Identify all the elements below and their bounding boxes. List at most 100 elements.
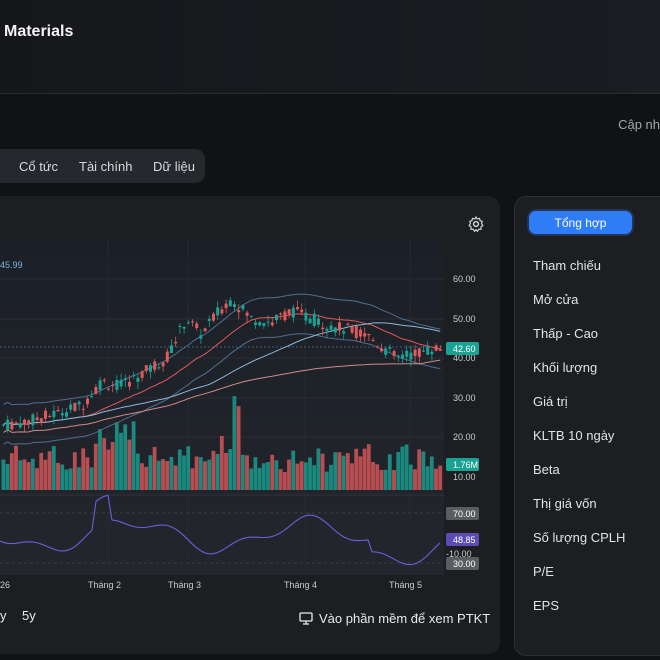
candle-body xyxy=(170,345,173,354)
candle-body xyxy=(132,375,136,377)
candle-body xyxy=(165,351,169,362)
volume-bar xyxy=(207,459,212,490)
volume-bar xyxy=(22,459,27,490)
stat-label: Số lượng CPLH xyxy=(533,530,626,545)
volume-bar xyxy=(1,459,6,490)
volume-bar xyxy=(408,464,413,490)
x-tick: Tháng 4 xyxy=(284,580,317,590)
candle-body xyxy=(405,350,409,357)
volume-bar xyxy=(345,453,350,490)
candle-body xyxy=(195,323,199,328)
candle-body xyxy=(18,423,22,428)
volume-bar xyxy=(119,432,123,490)
range-5y-button[interactable]: 5y xyxy=(22,608,36,623)
range-1y-button[interactable]: y xyxy=(0,608,7,623)
candle-body xyxy=(14,422,18,424)
candle-body xyxy=(300,309,304,313)
price-tick: 20.00 xyxy=(453,432,476,442)
tab-tong-hop[interactable]: Tổng hợp xyxy=(529,211,632,234)
volume-bar xyxy=(106,449,111,490)
stat-label: EPS xyxy=(533,598,560,613)
candle-body xyxy=(6,419,10,430)
open-ptkt-link[interactable]: Vào phần mềm để xem PTKT xyxy=(299,611,490,626)
candle-body xyxy=(123,378,127,381)
tab-tai-chinh[interactable]: Tài chính xyxy=(79,159,132,174)
candle-body xyxy=(367,333,371,336)
stat-label: Mở cửa xyxy=(533,292,579,307)
candle-body xyxy=(56,409,60,412)
volume-bar xyxy=(152,446,157,490)
candle-body xyxy=(207,318,211,321)
volume-bar xyxy=(257,467,262,490)
gear-icon[interactable] xyxy=(467,215,485,233)
volume-bar xyxy=(312,465,317,490)
volume-bar xyxy=(39,452,44,490)
volume-bar xyxy=(324,471,329,490)
candle-body xyxy=(144,365,148,371)
x-tick: Tháng 5 xyxy=(389,580,422,590)
volume-bar xyxy=(114,422,119,490)
candle-body xyxy=(396,355,400,357)
candle-body xyxy=(2,424,5,426)
candle-body xyxy=(422,350,425,352)
candle-body xyxy=(161,362,165,367)
candle-body xyxy=(98,380,102,390)
candle-body xyxy=(325,328,329,331)
volume-bar xyxy=(308,457,312,490)
volume-bar xyxy=(366,444,371,490)
candle-body xyxy=(186,322,190,324)
volume-bar xyxy=(47,451,52,490)
candle-body xyxy=(401,354,404,359)
candle-body xyxy=(39,418,43,423)
update-time-label: Cập nh xyxy=(618,117,660,132)
volume-bar xyxy=(26,462,31,490)
volume-bar xyxy=(245,455,249,490)
candle-body xyxy=(371,340,375,342)
volume-bar xyxy=(81,448,86,490)
candle-body xyxy=(384,348,388,355)
candle-body xyxy=(392,351,396,356)
tab-du-lieu[interactable]: Dữ liệu xyxy=(153,159,195,174)
candle-body xyxy=(23,419,26,425)
volume-bar xyxy=(215,453,220,490)
candle-body xyxy=(413,349,417,357)
candle-body xyxy=(86,398,89,405)
candle-body xyxy=(212,313,215,321)
candle-body xyxy=(308,318,312,324)
ptkt-label: Vào phần mềm để xem PTKT xyxy=(319,611,491,626)
volume-label: 1.76M xyxy=(453,460,478,470)
volume-bar xyxy=(140,463,144,490)
stat-label: KLTB 10 ngày xyxy=(533,428,615,443)
volume-bar xyxy=(194,456,199,490)
volume-bar xyxy=(198,457,203,490)
volume-bar xyxy=(93,443,98,490)
candle-body xyxy=(90,396,94,398)
volume-bar xyxy=(417,449,422,490)
volume-bar xyxy=(60,464,65,490)
price-chart[interactable]: 45.99 60.00 50.00 40.00 30.00 20.00 10.0… xyxy=(0,240,500,595)
candle-body xyxy=(380,348,383,352)
volume-bar xyxy=(266,461,270,490)
candle-body xyxy=(270,322,274,326)
volume-bar xyxy=(43,459,48,490)
volume-bar xyxy=(287,459,291,490)
candle-body xyxy=(333,327,337,333)
candle-body xyxy=(312,313,316,326)
candle-body xyxy=(354,326,358,339)
rsi-value: 48.85 xyxy=(453,535,476,545)
volume-bar xyxy=(30,458,35,490)
volume-bar xyxy=(224,453,228,490)
volume-bar xyxy=(341,455,346,490)
candle-body xyxy=(291,307,295,318)
candle-body xyxy=(216,307,220,316)
stat-label: Beta xyxy=(533,462,560,477)
rsi-tick: 30.00 xyxy=(453,559,476,569)
page-title: Materials xyxy=(4,23,74,40)
volume-bar xyxy=(51,446,56,490)
tab-co-tuc[interactable]: Cổ tức xyxy=(19,159,58,174)
candle-body xyxy=(10,421,14,430)
current-price: 42.60 xyxy=(453,344,476,354)
stat-label: Giá trị xyxy=(533,394,568,409)
volume-bar xyxy=(291,450,296,490)
candle-body xyxy=(426,346,430,355)
